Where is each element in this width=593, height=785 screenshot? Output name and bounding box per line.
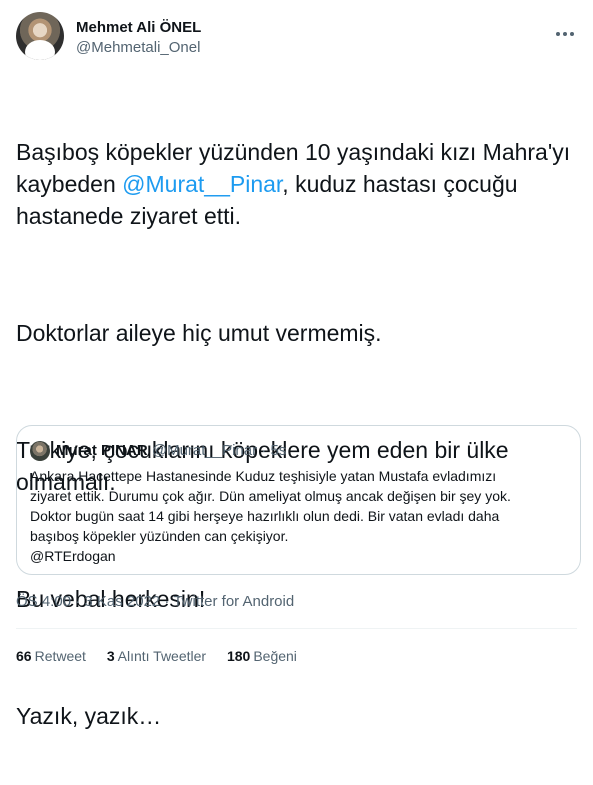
quoted-tweet-header: Murat PINAR @Murat__Pinar · 5s xyxy=(56,441,286,461)
quoted-line: ziyaret ettik. Durumu çok ağır. Dün amel… xyxy=(30,488,511,504)
author-avatar[interactable] xyxy=(16,12,64,60)
quoted-line: @RTErdogan xyxy=(30,548,116,564)
quoted-tweet[interactable]: Murat PINAR @Murat__Pinar · 5s Ankara Ha… xyxy=(16,425,581,575)
quoted-line: Ankara Hacettepe Hastanesinde Kuduz teşh… xyxy=(30,468,497,484)
separator-dot: · xyxy=(261,442,267,459)
quoted-line: Doktor bugün saat 14 gibi herşeye hazırl… xyxy=(30,508,500,524)
tweet-paragraph-5: Yazık, yazık… xyxy=(16,703,162,729)
quoted-author-name: Murat PINAR xyxy=(56,442,148,459)
quote-tweets-stat[interactable]: 3 Alıntı Tweetler xyxy=(107,648,206,664)
quoted-author-avatar xyxy=(30,441,50,461)
mention-link[interactable]: @Murat__Pinar xyxy=(122,171,282,197)
tweet-stats: 66 Retweet 3 Alıntı Tweetler 180 Beğeni xyxy=(16,646,314,666)
tweet-timestamp[interactable]: ÖS 4:00 · 3 Kas 2022 · Twitter for Andro… xyxy=(16,592,294,612)
more-options-button[interactable] xyxy=(553,22,577,46)
quoted-tweet-time: 5s xyxy=(270,442,287,459)
author-name[interactable]: Mehmet Ali ÖNEL xyxy=(76,19,201,37)
quoted-tweet-text: Ankara Hacettepe Hastanesinde Kuduz teşh… xyxy=(30,466,570,566)
quoted-author-handle: @Murat__Pinar xyxy=(151,442,258,459)
divider xyxy=(16,628,577,629)
tweet-paragraph-1: Başıboş köpekler yüzünden 10 yaşındaki k… xyxy=(16,139,571,229)
retweets-stat[interactable]: 66 Retweet xyxy=(16,648,86,664)
likes-stat[interactable]: 180 Beğeni xyxy=(227,648,297,664)
tweet-header: Mehmet Ali ÖNEL @Mehmetali_Onel xyxy=(16,10,577,60)
author-handle[interactable]: @Mehmetali_Onel xyxy=(76,39,200,57)
quoted-line: başıboş köpekler yüzünden can çekişiyor. xyxy=(30,528,289,544)
tweet-paragraph-2: Doktorlar aileye hiç umut vermemiş. xyxy=(16,320,382,346)
more-horizontal-icon xyxy=(556,32,574,36)
